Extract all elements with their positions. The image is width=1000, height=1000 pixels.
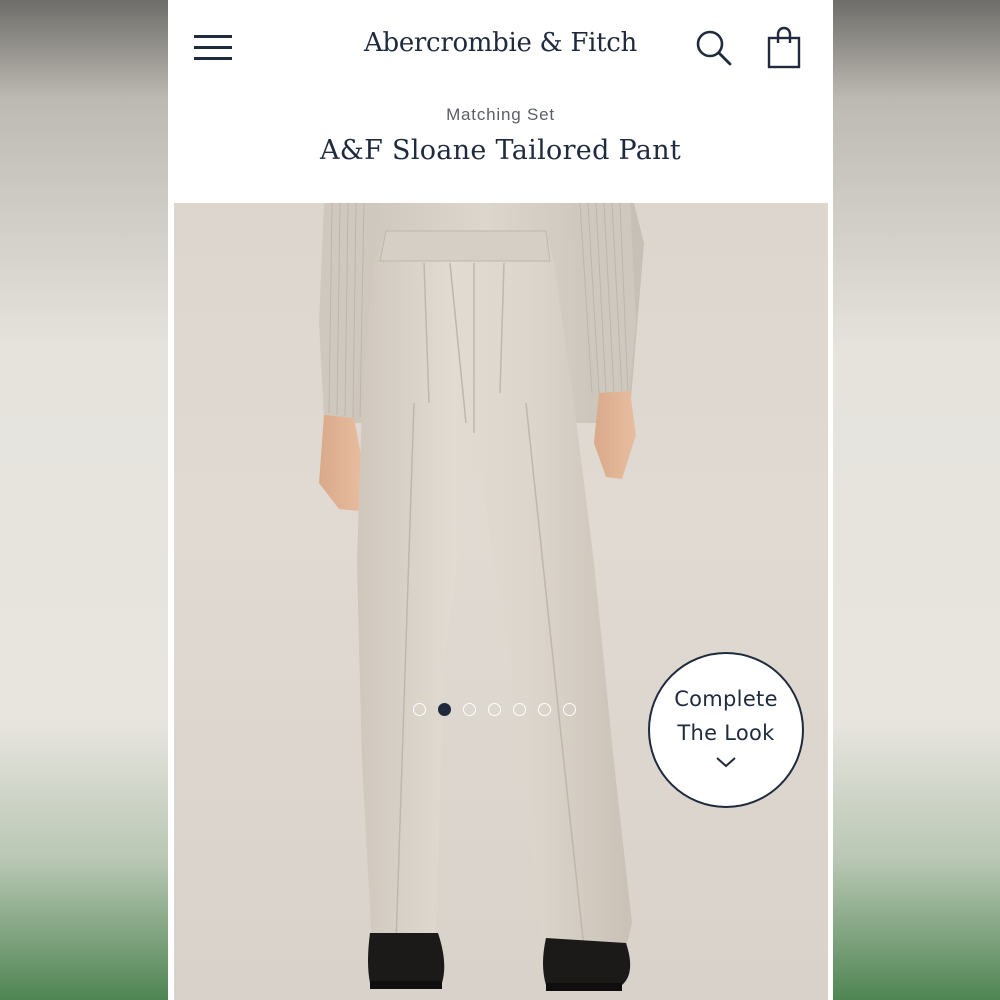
- image-carousel-pagination: [413, 703, 576, 717]
- carousel-dot-6[interactable]: [538, 703, 551, 716]
- search-icon[interactable]: [694, 28, 734, 68]
- background-blur-right: [833, 0, 1000, 1000]
- mobile-screen: Abercrombie & Fitch Matching Set A&F Slo…: [168, 0, 833, 1000]
- carousel-dot-2[interactable]: [438, 703, 451, 716]
- carousel-dot-1[interactable]: [413, 703, 426, 716]
- background-blur-left: [0, 0, 168, 1000]
- carousel-dot-7[interactable]: [563, 703, 576, 716]
- chevron-down-icon: [715, 754, 737, 773]
- carousel-dot-5[interactable]: [513, 703, 526, 716]
- shopping-bag-icon[interactable]: [766, 26, 802, 70]
- top-navigation-bar: Abercrombie & Fitch: [168, 0, 833, 95]
- carousel-dot-4[interactable]: [488, 703, 501, 716]
- hamburger-menu-icon[interactable]: [192, 32, 234, 64]
- product-collection-label: Matching Set: [446, 105, 555, 124]
- carousel-dot-3[interactable]: [463, 703, 476, 716]
- product-photo-illustration: [319, 203, 644, 991]
- complete-the-look-line1: Complete: [674, 687, 778, 711]
- complete-the-look-line2: The Look: [677, 721, 775, 745]
- brand-logo[interactable]: Abercrombie & Fitch: [318, 28, 683, 58]
- complete-the-look-button[interactable]: Complete The Look: [648, 652, 804, 808]
- product-title: A&F Sloane Tailored Pant: [319, 135, 682, 166]
- product-image[interactable]: [174, 203, 828, 1000]
